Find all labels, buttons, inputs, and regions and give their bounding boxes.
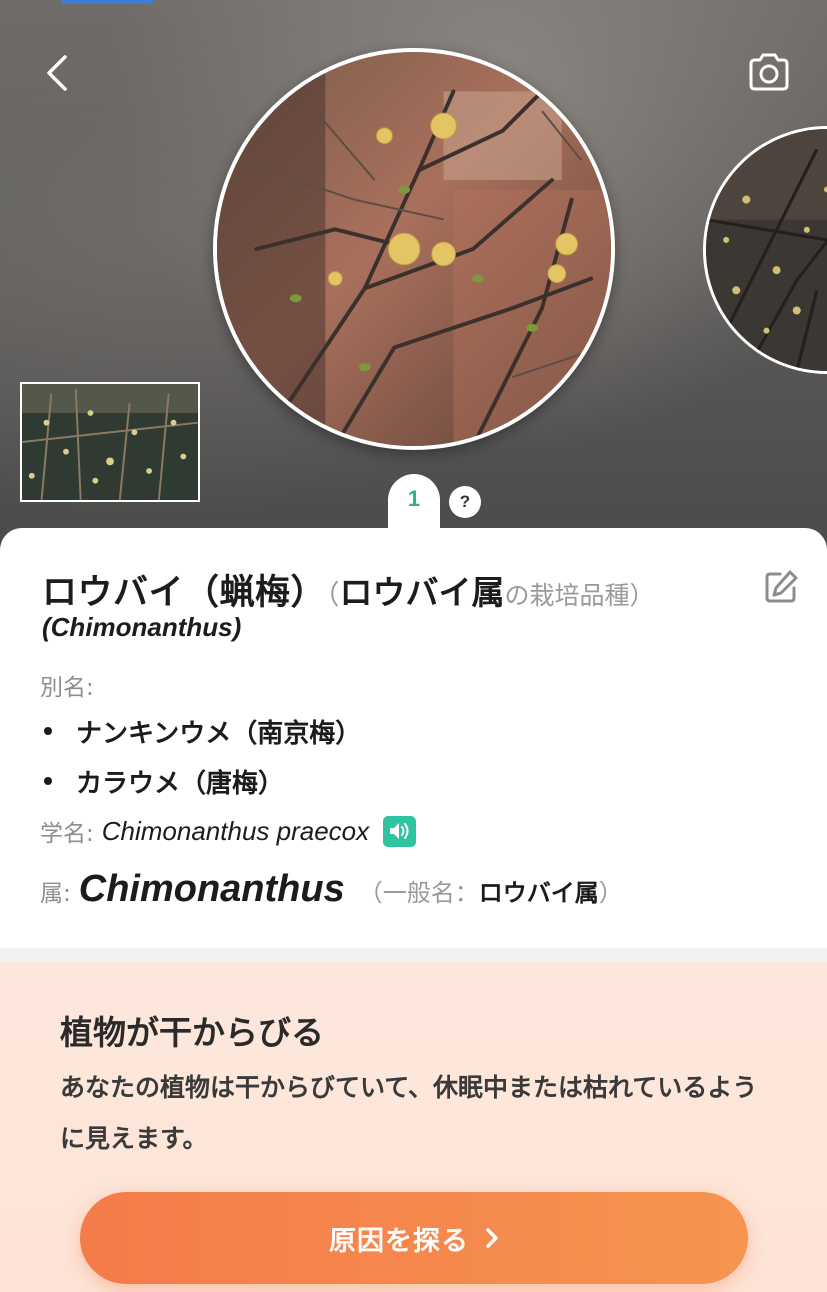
speaker-icon xyxy=(389,823,409,839)
plant-photo-image xyxy=(217,52,611,446)
plant-photo-image xyxy=(22,384,198,500)
alias-label: 別名: xyxy=(40,675,94,701)
plant-cultivar-suffix: の栽培品種） xyxy=(504,581,655,610)
plant-photo-image xyxy=(706,129,827,371)
plant-common-name: ロウバイ（蝋梅） xyxy=(42,573,327,613)
paren-open: （ xyxy=(326,580,340,611)
genus-label: 属: xyxy=(40,881,71,907)
status-accent-bar xyxy=(62,0,154,4)
uploaded-photo-thumbnail[interactable] xyxy=(20,382,200,502)
bullet-icon xyxy=(44,727,52,735)
genus-line: 属: Chimonanthus （一般名：ロウバイ属） xyxy=(40,868,623,911)
scientific-name-label: 学名: xyxy=(40,821,94,847)
bullet-icon xyxy=(44,777,52,785)
genus-common-suffix: ） xyxy=(598,879,623,907)
list-item: カラウメ（唐梅） xyxy=(40,756,361,806)
genus-common-value: ロウバイ属 xyxy=(478,879,599,907)
plant-info-card: ロウバイ（蝋梅）（ロウバイ属の栽培品種） (Chimonanthus) 別名: … xyxy=(0,528,827,948)
back-button[interactable] xyxy=(30,45,86,101)
edit-icon xyxy=(765,570,798,603)
plant-health-alert: 植物が干からびる あなたの植物は干からびていて、休眠中または枯れているように見え… xyxy=(0,962,827,1292)
photo-header: 1 ? xyxy=(0,0,827,560)
alias-list: ナンキンウメ（南京梅） カラウメ（唐梅） xyxy=(40,706,361,806)
main-plant-photo[interactable] xyxy=(213,48,615,450)
explore-cause-label: 原因を探る xyxy=(329,1225,469,1257)
help-button[interactable]: ? xyxy=(449,486,481,518)
genus-common-prefix: （一般名： xyxy=(358,879,479,907)
photo-page-indicator[interactable]: 1 xyxy=(388,474,440,534)
edit-button[interactable] xyxy=(762,568,800,606)
pronounce-button[interactable] xyxy=(383,815,417,847)
plant-name-line: ロウバイ（蝋梅）（ロウバイ属の栽培品種） xyxy=(42,564,655,615)
secondary-plant-photo[interactable] xyxy=(703,126,827,374)
chevron-left-icon xyxy=(47,55,67,91)
alert-body: あなたの植物は干からびていて、休眠中または枯れているように見えます。 xyxy=(60,1073,758,1153)
alias-name: ナンキンウメ（南京梅） xyxy=(76,718,362,749)
genus-name: Chimonanthus xyxy=(78,868,345,910)
genus-latin-name: (Chimonanthus) xyxy=(42,612,242,642)
list-item: ナンキンウメ（南京梅） xyxy=(40,706,361,756)
scientific-name: Chimonanthus praecox xyxy=(101,815,370,846)
scientific-name-line: 学名: Chimonanthus praecox xyxy=(40,814,417,848)
chevron-right-icon xyxy=(485,1227,499,1249)
genus-common-name: （一般名：ロウバイ属） xyxy=(359,873,623,908)
alias-name: カラウメ（唐梅） xyxy=(76,768,285,799)
camera-icon xyxy=(749,53,789,91)
plant-genus-common: ロウバイ属 xyxy=(339,573,505,612)
explore-cause-button[interactable]: 原因を探る xyxy=(80,1192,748,1284)
alert-title: 植物が干からびる xyxy=(60,1013,324,1052)
camera-button[interactable] xyxy=(740,44,798,100)
